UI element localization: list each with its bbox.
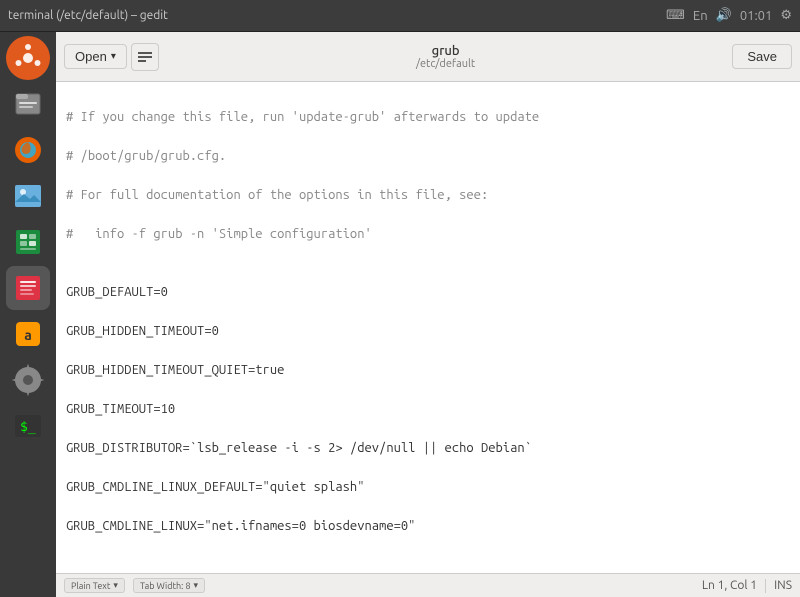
sidebar-item-ubuntu[interactable] — [6, 36, 50, 80]
position-label: Ln 1, Col 1 — [702, 579, 757, 592]
statusbar-separator — [765, 579, 766, 593]
sidebar-item-terminal[interactable]: $_ — [6, 404, 50, 448]
save-button[interactable]: Save — [732, 44, 792, 69]
sidebar-item-text-editor[interactable] — [6, 266, 50, 310]
editor-line: # info -f grub -n 'Simple configuration' — [66, 225, 790, 245]
filetype-label: Plain Text — [71, 581, 110, 591]
ins-label: INS — [774, 579, 792, 592]
editor-line: GRUB_DISTRIBUTOR=`lsb_release -i -s 2> /… — [66, 439, 790, 459]
filetype-dropdown[interactable]: Plain Text ▾ — [64, 578, 125, 593]
editor-line: # For full documentation of the options … — [66, 186, 790, 206]
tabwidth-dropdown[interactable]: Tab Width: 8 ▾ — [133, 578, 205, 593]
svg-text:$_: $_ — [20, 420, 36, 435]
editor-line: # /boot/grub/grub.cfg. — [66, 147, 790, 167]
main-area: Open ▾ grub /etc/default Save # If you c… — [56, 32, 800, 597]
sound-icon[interactable]: 🔊 — [716, 8, 732, 23]
tabwidth-label: Tab Width: 8 — [140, 581, 191, 591]
keyboard-icon[interactable]: ⌨ — [666, 8, 685, 23]
sidebar-item-files[interactable] — [6, 82, 50, 126]
svg-text:a: a — [24, 327, 32, 343]
editor-line: GRUB_HIDDEN_TIMEOUT=0 — [66, 322, 790, 342]
sidebar: a $_ — [0, 32, 56, 597]
tab-area: grub /etc/default — [163, 44, 729, 70]
sidebar-item-firefox[interactable] — [6, 128, 50, 172]
editor-line: GRUB_HIDDEN_TIMEOUT_QUIET=true — [66, 361, 790, 381]
open-label: Open — [75, 49, 107, 64]
editor-line: GRUB_CMDLINE_LINUX="net.ifnames=0 biosde… — [66, 517, 790, 537]
tab-subtitle: /etc/default — [416, 58, 475, 70]
titlebar-title: terminal (/etc/default) – gedit — [8, 9, 168, 22]
clock: 01:01 — [740, 9, 773, 23]
filetype-arrow: ▾ — [113, 580, 118, 591]
sidebar-item-calc[interactable] — [6, 220, 50, 264]
editor-area[interactable]: # If you change this file, run 'update-g… — [56, 82, 800, 573]
tabwidth-arrow: ▾ — [194, 580, 199, 591]
lang-indicator[interactable]: En — [693, 9, 708, 23]
sidebar-item-image-viewer[interactable] — [6, 174, 50, 218]
titlebar-left: terminal (/etc/default) – gedit — [8, 9, 168, 22]
editor-line: GRUB_CMDLINE_LINUX_DEFAULT="quiet splash… — [66, 478, 790, 498]
system-settings-icon[interactable]: ⚙ — [780, 8, 792, 23]
sidebar-item-amazon[interactable]: a — [6, 312, 50, 356]
editor-line: GRUB_DEFAULT=0 — [66, 283, 790, 303]
editor-line: # If you change this file, run 'update-g… — [66, 108, 790, 128]
toolbar-extra-button[interactable] — [131, 43, 159, 71]
open-dropdown-arrow: ▾ — [111, 51, 116, 62]
titlebar-controls: ⌨ En 🔊 01:01 ⚙ — [666, 8, 792, 23]
sidebar-item-settings[interactable] — [6, 358, 50, 402]
statusbar: Plain Text ▾ Tab Width: 8 ▾ Ln 1, Col 1 … — [56, 573, 800, 597]
toolbar: Open ▾ grub /etc/default Save — [56, 32, 800, 82]
titlebar: terminal (/etc/default) – gedit ⌨ En 🔊 0… — [0, 0, 800, 32]
open-button[interactable]: Open ▾ — [64, 44, 127, 69]
tab-title: grub — [432, 44, 460, 58]
editor-line: GRUB_TIMEOUT=10 — [66, 400, 790, 420]
